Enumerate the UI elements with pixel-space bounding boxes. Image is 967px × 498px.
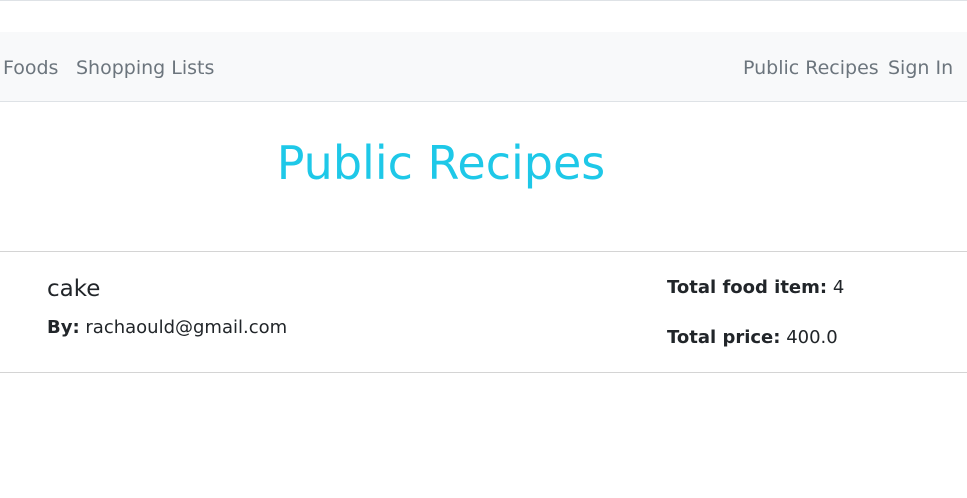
total-price: Total price: 400.0	[667, 326, 838, 350]
navbar: Foods Shopping Lists Public Recipes Sign…	[0, 32, 967, 102]
author-label: By:	[47, 317, 80, 338]
total-food-items-label: Total food item:	[667, 277, 828, 298]
author-email: rachaould@gmail.com	[85, 317, 288, 338]
nav-link-public-recipes[interactable]: Public Recipes	[743, 56, 879, 80]
nav-link-sign-in[interactable]: Sign In	[888, 56, 953, 80]
recipe-name[interactable]: cake	[47, 274, 100, 304]
total-price-value: 400.0	[786, 327, 838, 348]
nav-link-foods[interactable]: Foods	[3, 56, 58, 80]
top-divider	[0, 0, 967, 1]
list-item[interactable]: cake By: rachaould@gmail.com Total food …	[0, 251, 967, 373]
recipe-author: By: rachaould@gmail.com	[47, 316, 287, 340]
page-title: Public Recipes	[276, 136, 606, 190]
nav-link-shopping-lists[interactable]: Shopping Lists	[76, 56, 214, 80]
total-price-label: Total price:	[667, 327, 781, 348]
total-food-items-value: 4	[832, 277, 845, 298]
total-food-items: Total food item: 4	[667, 276, 844, 300]
